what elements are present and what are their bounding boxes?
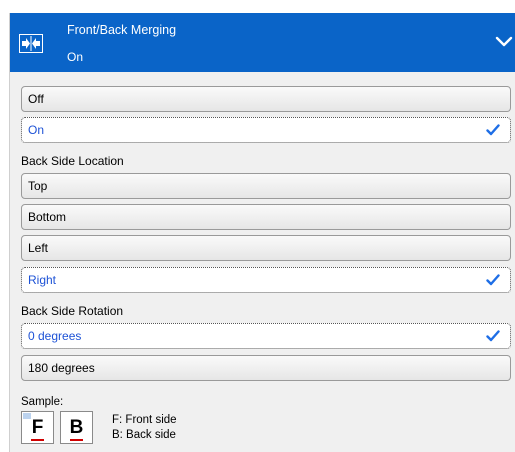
sample-front-page-icon: F bbox=[21, 411, 54, 444]
setting-current-value: On bbox=[67, 50, 84, 64]
sample-front-letter: F bbox=[31, 417, 44, 438]
option-180-degrees[interactable]: 180 degrees bbox=[21, 355, 511, 381]
sample-back-page-icon: B bbox=[60, 411, 93, 444]
checkmark-icon bbox=[486, 274, 500, 286]
chevron-down-icon[interactable] bbox=[495, 35, 513, 47]
back-side-legend: B: Back side bbox=[112, 429, 176, 441]
back-side-location-label: Back Side Location bbox=[21, 154, 124, 168]
option-off[interactable]: Off bbox=[21, 86, 511, 112]
option-label: 180 degrees bbox=[28, 361, 95, 375]
option-label: 0 degrees bbox=[28, 329, 82, 343]
sample-back-letter: B bbox=[69, 417, 84, 438]
front-side-legend: F: Front side bbox=[112, 414, 177, 426]
option-label: Off bbox=[28, 92, 44, 106]
option-on[interactable]: On bbox=[21, 117, 511, 143]
option-0-degrees[interactable]: 0 degrees bbox=[21, 323, 511, 349]
option-left[interactable]: Left bbox=[21, 235, 511, 261]
sample-underline bbox=[31, 439, 44, 441]
option-right[interactable]: Right bbox=[21, 267, 511, 293]
option-label: On bbox=[28, 123, 45, 137]
checkmark-icon bbox=[486, 124, 500, 136]
back-side-rotation-label: Back Side Rotation bbox=[21, 304, 124, 318]
setting-title: Front/Back Merging bbox=[67, 23, 177, 37]
sample-underline bbox=[70, 439, 83, 441]
front-back-merging-panel: Front/Back Merging On Off On Back Side L… bbox=[9, 13, 515, 452]
merge-arrows-icon bbox=[19, 34, 43, 53]
option-label: Top bbox=[28, 179, 48, 193]
sample-label: Sample: bbox=[21, 396, 64, 408]
option-label: Left bbox=[28, 241, 49, 255]
checkmark-icon bbox=[486, 330, 500, 342]
option-top[interactable]: Top bbox=[21, 173, 511, 199]
option-bottom[interactable]: Bottom bbox=[21, 204, 511, 230]
option-label: Bottom bbox=[28, 210, 67, 224]
option-label: Right bbox=[28, 273, 57, 287]
setting-header[interactable]: Front/Back Merging On bbox=[10, 13, 515, 72]
